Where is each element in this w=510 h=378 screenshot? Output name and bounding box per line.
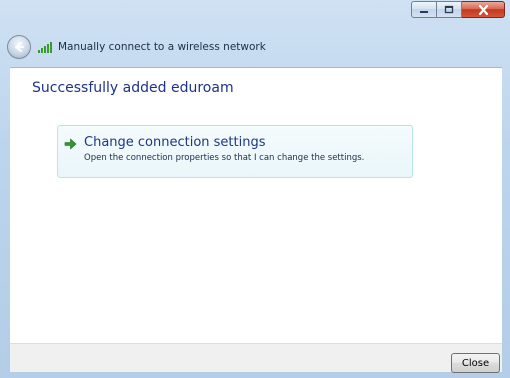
- maximize-button[interactable]: [437, 1, 462, 18]
- navigation-bar: Manually connect to a wireless network: [5, 30, 505, 64]
- wireless-signal-icon: [38, 41, 52, 53]
- green-arrow-icon: [64, 138, 77, 150]
- back-button[interactable]: [7, 35, 31, 59]
- close-window-button[interactable]: [462, 1, 505, 18]
- window-controls: [411, 1, 505, 18]
- command-link-description: Open the connection properties so that I…: [84, 153, 365, 163]
- window-title: Manually connect to a wireless network: [58, 41, 266, 53]
- minimize-icon: [420, 10, 428, 13]
- content-panel: [10, 67, 502, 344]
- button-footer: [10, 343, 502, 372]
- close-icon: [478, 4, 488, 15]
- command-link-title: Change connection settings: [84, 135, 266, 150]
- title-bar[interactable]: [0, 0, 510, 30]
- back-arrow-icon: [15, 42, 24, 52]
- close-button[interactable]: Close: [451, 353, 500, 373]
- change-connection-settings-link[interactable]: Change connection settings Open the conn…: [57, 125, 413, 178]
- minimize-button[interactable]: [411, 1, 437, 18]
- maximize-icon: [444, 5, 454, 14]
- page-heading: Successfully added eduroam: [32, 80, 234, 96]
